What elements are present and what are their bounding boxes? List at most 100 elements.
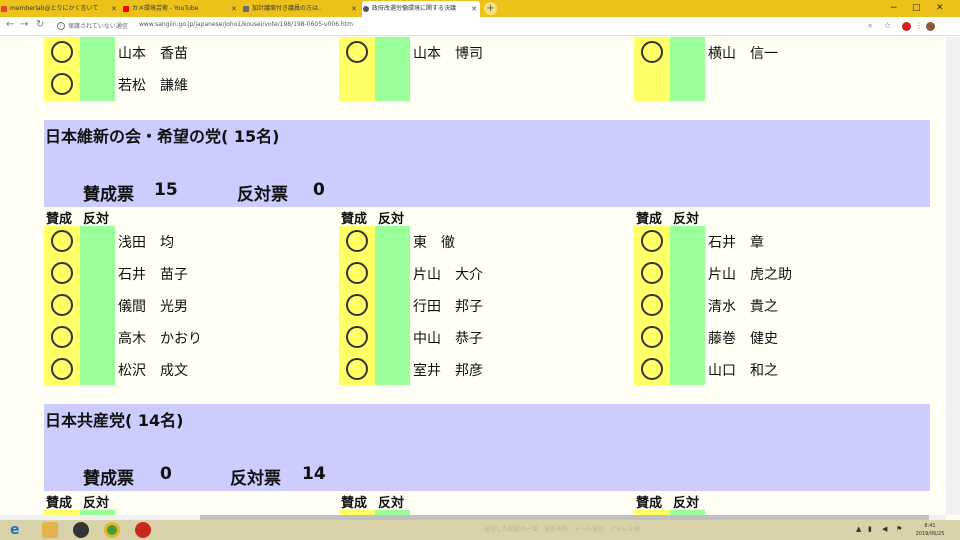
- chrome-icon[interactable]: [104, 522, 120, 538]
- yes-vote-circle-icon: [641, 262, 663, 284]
- close-tab-icon[interactable]: ✕: [351, 1, 357, 17]
- maximize-icon[interactable]: □: [912, 0, 921, 16]
- party-title: 日本維新の会・希望の党( 15名): [45, 127, 280, 146]
- clock[interactable]: 8:41 2019/06/25: [910, 522, 950, 538]
- yes-vote-circle-icon: [346, 358, 368, 380]
- column-header-yes: 賛成: [341, 212, 368, 227]
- column-header-yes: 賛成: [46, 212, 73, 227]
- yes-vote-circle-icon: [51, 294, 73, 316]
- clock-date: 2019/06/25: [915, 531, 945, 537]
- member-name: 行田 邦子: [413, 299, 483, 315]
- tab-youtube[interactable]: カメ環境芸術 - YouTube ✕: [122, 1, 240, 17]
- forward-arrow-icon[interactable]: →: [20, 19, 28, 30]
- member-name: 儀間 光男: [118, 299, 188, 315]
- member-name: 東 徹: [413, 235, 455, 251]
- member-name: 中山 恭子: [413, 331, 483, 347]
- no-column: [670, 37, 705, 101]
- yes-votes-label: 賛成票: [83, 185, 134, 205]
- favicon-icon: [243, 6, 249, 12]
- reload-icon[interactable]: ↻: [36, 19, 44, 30]
- column-header-yes: 賛成: [636, 496, 663, 511]
- member-name: 山本 香苗: [118, 46, 188, 62]
- no-votes-count: 14: [302, 464, 326, 484]
- column-header-yes: 賛成: [341, 496, 368, 511]
- member-name: 片山 大介: [413, 267, 483, 283]
- no-column: [670, 226, 705, 385]
- tab-label: 政府改選労働環境に関する決議: [372, 5, 457, 12]
- network-icon[interactable]: ▮: [868, 525, 872, 533]
- no-votes-label: 反対票: [237, 185, 288, 205]
- page-content: 山本 香苗 若松 謙維 山本 博司 横山 信一 日本維新の会・希望の党( 15名…: [0, 37, 946, 515]
- member-name: 石井 章: [708, 235, 764, 251]
- yes-vote-circle-icon: [346, 41, 368, 63]
- yes-vote-circle-icon: [641, 358, 663, 380]
- tray-arrow-icon[interactable]: ▲: [856, 525, 861, 533]
- back-arrow-icon[interactable]: ←: [6, 19, 14, 30]
- folder-icon[interactable]: [42, 522, 58, 538]
- close-tab-icon[interactable]: ✕: [111, 1, 117, 17]
- member-name: 高木 かおり: [118, 331, 202, 347]
- profile-avatar-icon[interactable]: [926, 22, 935, 31]
- new-tab-button[interactable]: +: [484, 2, 497, 15]
- app-icon[interactable]: [135, 522, 151, 538]
- no-column: [80, 226, 115, 385]
- yes-vote-circle-icon: [51, 262, 73, 284]
- minimize-icon[interactable]: −: [890, 0, 898, 16]
- member-name: 清水 貴之: [708, 299, 778, 315]
- column-header-no: 反対: [83, 496, 110, 511]
- member-name: 若松 謙維: [118, 78, 188, 94]
- close-window-icon[interactable]: ✕: [936, 0, 944, 16]
- yes-vote-circle-icon: [346, 294, 368, 316]
- no-votes-label: 反対票: [230, 469, 281, 489]
- address-bar: ← → ↻ i 保護されていない通信 www.sangiin.go.jp/jap…: [0, 17, 960, 36]
- yes-votes-count: 15: [154, 180, 178, 200]
- ie-start-icon[interactable]: e: [10, 522, 26, 538]
- taskbar: e 送信した記録の一覧 送信予約 メール送信 アドレス帳 ▲ ▮ ◀ ⚑ 8:4…: [0, 520, 960, 540]
- no-column: [80, 37, 115, 101]
- column-header-no: 反対: [83, 212, 110, 227]
- yes-votes-label: 賛成票: [83, 469, 134, 489]
- screen: memberlab@とりにかく言いて ✕ カメ環境芸術 - YouTube ✕ …: [0, 0, 960, 540]
- tab-label: 加計議案付き議員の方は..: [252, 5, 322, 12]
- member-name: 松沢 成文: [118, 363, 188, 379]
- menu-dots-icon[interactable]: ⋮: [915, 21, 923, 30]
- yes-vote-circle-icon: [51, 41, 73, 63]
- tab-label: memberlab@とりにかく言いて: [10, 5, 99, 12]
- yes-vote-circle-icon: [346, 262, 368, 284]
- member-name: 山本 博司: [413, 46, 483, 62]
- party-title: 日本共産党( 14名): [45, 411, 184, 430]
- column-header-no: 反対: [378, 496, 405, 511]
- yes-vote-circle-icon: [346, 230, 368, 252]
- info-icon[interactable]: i: [57, 22, 65, 30]
- tab-memberlab[interactable]: memberlab@とりにかく言いて ✕: [0, 1, 120, 17]
- tab-bar: memberlab@とりにかく言いて ✕ カメ環境芸術 - YouTube ✕ …: [0, 0, 960, 17]
- member-name: 石井 苗子: [118, 267, 188, 283]
- no-votes-count: 0: [313, 180, 325, 200]
- yes-vote-circle-icon: [641, 326, 663, 348]
- zoom-icon[interactable]: ⌕: [868, 21, 872, 31]
- column-header-yes: 賛成: [46, 496, 73, 511]
- member-name: 片山 虎之助: [708, 267, 792, 283]
- close-tab-icon[interactable]: ✕: [231, 1, 237, 17]
- security-label: 保護されていない通信: [68, 23, 128, 30]
- tab-label: カメ環境芸術 - YouTube: [132, 5, 199, 12]
- tab-kake[interactable]: 加計議案付き議員の方は.. ✕: [242, 1, 360, 17]
- member-name: 藤巻 健史: [708, 331, 778, 347]
- youtube-icon: [123, 6, 129, 12]
- url-input[interactable]: www.sangiin.go.jp/japanese/joho1/kousei/…: [139, 21, 353, 28]
- column-header-no: 反対: [673, 212, 700, 227]
- no-column: [375, 226, 410, 385]
- yes-vote-circle-icon: [641, 41, 663, 63]
- media-icon[interactable]: [73, 522, 89, 538]
- bookmark-star-icon[interactable]: ☆: [884, 21, 891, 30]
- yes-vote-circle-icon: [51, 358, 73, 380]
- close-tab-icon[interactable]: ✕: [471, 1, 477, 17]
- yes-vote-circle-icon: [641, 294, 663, 316]
- clock-time: 8:41: [924, 523, 936, 529]
- extension-icon[interactable]: [902, 22, 911, 31]
- tab-vote-active[interactable]: 政府改選労働環境に関する決議 ✕: [362, 1, 480, 17]
- flag-icon[interactable]: ⚑: [896, 525, 902, 533]
- yes-vote-circle-icon: [51, 73, 73, 95]
- vertical-scrollbar[interactable]: [946, 37, 960, 515]
- volume-icon[interactable]: ◀: [882, 525, 887, 533]
